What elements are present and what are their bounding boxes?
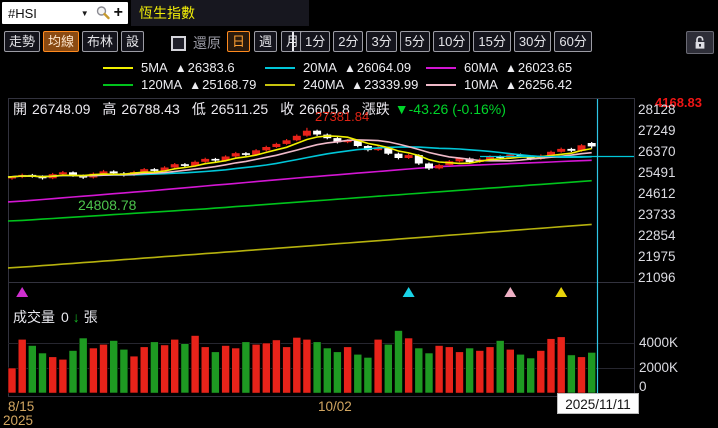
period-5min-button[interactable]: 5分 [399,31,430,52]
chart-panel: 開 26748.09 高 26788.43 低 26511.25 收 26605.8 漲跌 ▼-4… [0,95,718,428]
stock-chart-app: #HSI ▼ + 恆生指數 走勢 均線 布林 設 還原 日 週 月 1分 [0,0,718,428]
lock-icon [695,36,705,49]
volume-readout: 成交量 0 ↓ 張 [13,307,98,327]
legend-value: 26383.6 [187,60,235,75]
settings-button[interactable]: 設 [121,31,145,52]
legend-label: 60MA [464,60,498,75]
ma20-swatch [265,66,295,69]
legend-value: 26023.65 [517,60,573,75]
legend-item-ma60: 60MA ▲ 26023.65 [426,60,572,75]
trend-view-button[interactable]: 走勢 [4,31,41,52]
high-value: 26788.43 [121,101,180,117]
price-tick: 21975 [638,249,676,264]
candlestick-chart[interactable] [0,96,718,428]
change-value: ▼-43.26 (-0.16%) [394,101,506,117]
peak-price-label: 27381.84 [315,109,370,124]
up-arrow-icon: ▲ [504,60,517,75]
ma-legend: 5MA ▲ 26383.6 20MA ▲ 26064.09 60MA ▲ 260… [0,59,718,95]
search-icon[interactable] [95,5,111,21]
volume-tick: 2000K [639,360,679,375]
legend-label: 10MA [464,77,498,92]
volume-unit: 張 [83,309,98,325]
down-arrow-icon: ↓ [72,309,80,325]
x-axis-start-year: 2025 [3,413,34,428]
high-label: 高 [102,101,117,117]
up-arrow-icon: ▲ [351,77,364,92]
legend-value: 26064.09 [356,60,412,75]
period-10min-button[interactable]: 10分 [432,31,471,52]
restore-checkbox[interactable] [171,35,186,51]
ma10-swatch [426,83,456,86]
period-15min-button[interactable]: 15分 [473,31,511,52]
legend-item-ma10: 10MA ▲ 26256.42 [426,77,572,92]
price-tick: 27249 [638,123,676,138]
period-1min-button[interactable]: 1分 [300,31,331,52]
restore-group: 還原 [171,33,221,53]
minute-button-group: 1分 2分 3分 5分 10分 15分 30分 60分 [300,31,592,52]
period-30min-button[interactable]: 30分 [513,31,552,52]
legend-label: 5MA [141,60,168,75]
price-tick: 25491 [638,165,676,180]
up-arrow-icon: ▲ [504,77,517,92]
open-label: 開 [13,101,27,117]
chart-toolbar: 走勢 均線 布林 設 還原 日 週 月 1分 2分 3分 5分 10分 15分 … [0,28,718,55]
legend-item-ma240: 240MA ▲ 23339.99 [265,77,418,92]
legend-label: 120MA [141,77,183,92]
legend-value: 26256.42 [517,77,573,92]
up-arrow-icon: ▲ [174,60,187,75]
ma60-swatch [426,66,456,69]
open-value: 26748.09 [32,101,91,117]
chevron-down-icon[interactable]: ▼ [81,9,89,18]
legend-label: 20MA [303,60,337,75]
view-button-group: 走勢 均線 布林 設 [4,31,145,52]
price-tick: 26370 [638,144,676,159]
x-axis-mid-date: 10/02 [318,399,352,414]
toolbar-separator [292,32,294,51]
low-label: 低 [191,101,206,117]
ma5-swatch [103,66,133,69]
symbol-combobox[interactable]: #HSI ▼ + [2,2,128,24]
legend-value: 23339.99 [364,77,419,92]
add-symbol-button[interactable]: + [114,5,123,21]
volume-tick: 4000K [639,335,679,350]
legend-item-ma5: 5MA ▲ 26383.6 [103,60,235,75]
price-tick: 23733 [638,207,676,222]
x-axis-start-date: 8/15 [8,399,35,414]
ma-view-button[interactable]: 均線 [43,31,80,52]
period-60min-button[interactable]: 60分 [554,31,592,52]
symbol-value: #HSI [8,5,37,21]
close-label: 收 [280,101,295,117]
legend-item-ma20: 20MA ▲ 26064.09 [265,60,411,75]
price-tick: 22854 [638,228,676,243]
volume-label: 成交量 [13,309,55,325]
ma240-swatch [265,83,295,86]
volume-bars [7,330,597,394]
restore-label: 還原 [193,35,221,51]
up-arrow-icon: ▲ [189,77,202,92]
ohlc-readout: 開 26748.09 高 26788.43 低 26511.25 收 26605.8 漲跌 ▼-4… [13,99,506,119]
low-value: 26511.25 [210,101,269,117]
price-tick: 21096 [638,270,676,285]
period-day-button[interactable]: 日 [227,31,251,52]
event-markers [16,287,568,297]
volume-value: 0 [61,309,69,325]
crosshair-date-badge: 2025/11/11 [557,393,639,414]
period-week-button[interactable]: 週 [254,31,278,52]
price-tick: 24612 [638,186,676,201]
ma120-swatch [103,83,133,86]
period-3min-button[interactable]: 3分 [366,31,397,52]
legend-value: 25168.79 [202,77,257,92]
up-arrow-icon: ▲ [343,60,356,75]
period-2min-button[interactable]: 2分 [333,31,364,52]
volume-tick: 0 [639,379,647,394]
lock-button[interactable] [686,31,714,54]
price-tick: 28128 [638,102,676,117]
legend-label: 240MA [303,77,345,92]
legend-item-ma120: 120MA ▲ 25168.79 [103,77,256,92]
bollinger-view-button[interactable]: 布林 [82,31,119,52]
top-bar: #HSI ▼ + 恆生指數 [0,0,718,27]
low-price-label: 24808.78 [78,197,137,213]
tab-symbol-title[interactable]: 恆生指數 [131,0,309,26]
